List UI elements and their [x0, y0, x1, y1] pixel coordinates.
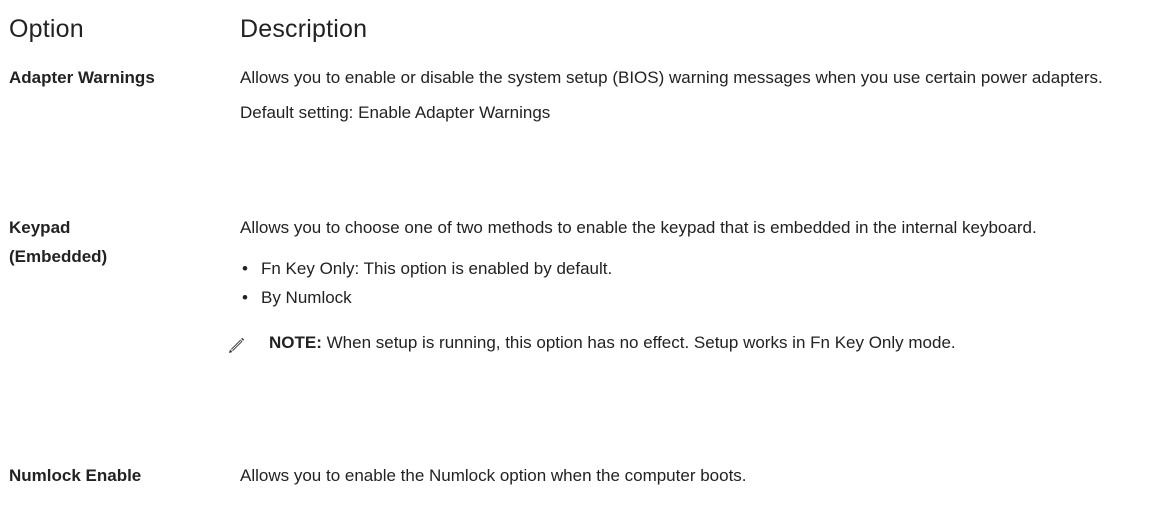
option-description: Allows you to choose one of two methods …: [229, 213, 1145, 357]
note-label: NOTE:: [269, 333, 322, 352]
bullet-icon: •: [242, 288, 248, 307]
list-item: • By Numlock: [240, 283, 1145, 312]
option-description: Allows you to enable or disable the syst…: [240, 63, 1145, 127]
list-item-text: By Numlock: [261, 288, 352, 307]
table-row: Keypad (Embedded) Allows you to choose o…: [9, 213, 1149, 453]
note-block: NOTE: When setup is running, this option…: [229, 328, 1145, 357]
description-column-header: Description: [240, 15, 368, 43]
option-label: Keypad (Embedded): [9, 213, 224, 271]
description-text: Allows you to enable the Numlock option …: [240, 466, 747, 485]
table-row: Numlock Enable Allows you to enable the …: [9, 461, 1149, 496]
list-item-text: Fn Key Only: This option is enabled by d…: [261, 259, 613, 278]
option-description: Allows you to enable the Numlock option …: [240, 461, 1145, 490]
option-label-line: (Embedded): [9, 247, 108, 266]
description-text: Allows you to choose one of two methods …: [240, 218, 1037, 237]
option-list: • Fn Key Only: This option is enabled by…: [240, 254, 1145, 312]
table-row: Adapter Warnings Allows you to enable or…: [9, 63, 1149, 193]
note-text: When setup is running, this option has n…: [321, 333, 956, 352]
pencil-icon: [229, 337, 245, 353]
list-item: • Fn Key Only: This option is enabled by…: [240, 254, 1145, 283]
table-header: Option Description: [9, 15, 1149, 45]
option-label: Numlock Enable: [9, 466, 142, 485]
option-label-line: Keypad: [9, 218, 71, 237]
option-label: Adapter Warnings: [9, 68, 155, 87]
default-setting-text: Default setting: Enable Adapter Warnings: [240, 103, 551, 122]
option-column-header: Option: [9, 15, 84, 43]
bullet-icon: •: [242, 259, 248, 278]
description-text: Allows you to enable or disable the syst…: [240, 68, 1103, 87]
